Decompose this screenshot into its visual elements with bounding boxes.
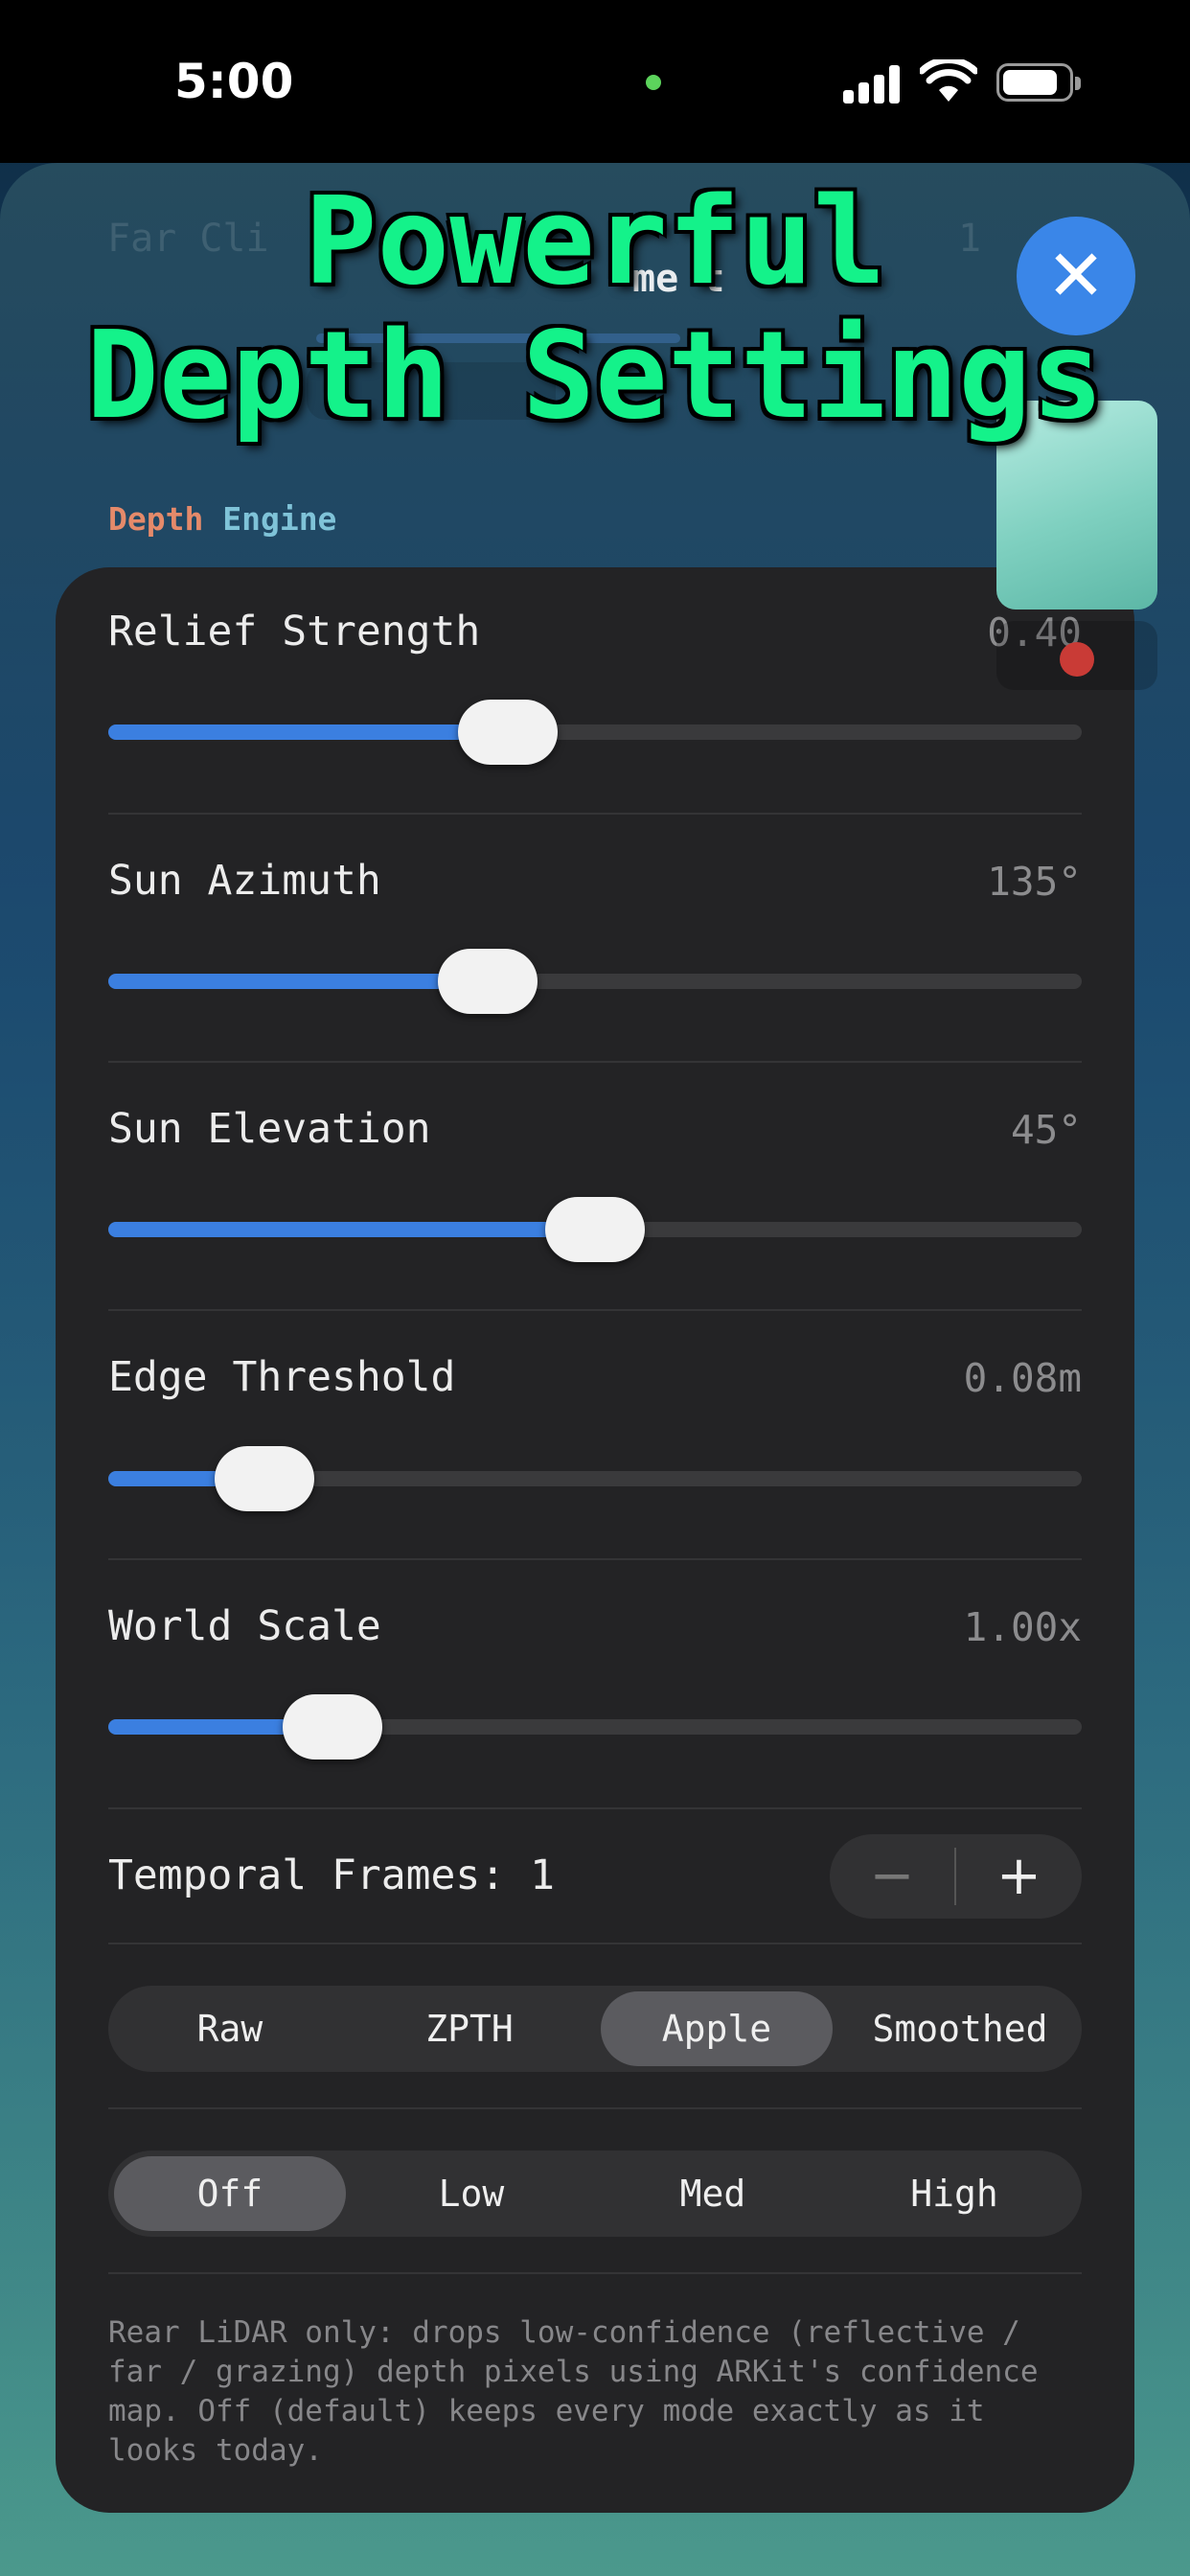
divider — [108, 1943, 1082, 1944]
segment-apple[interactable]: Apple — [601, 1991, 833, 2066]
segment-raw[interactable]: Raw — [114, 1991, 346, 2066]
slider-fill — [108, 724, 508, 740]
slider-fill — [108, 974, 489, 989]
stepper-plus-button[interactable]: + — [956, 1834, 1082, 1919]
segment-smoothed[interactable]: Smoothed — [844, 1991, 1076, 2066]
segment-zpth[interactable]: ZPTH — [354, 1991, 585, 2066]
slider-title-sun-azimuth: Sun Azimuth — [108, 857, 381, 905]
slider-value-edge-threshold: 0.08m — [963, 1355, 1082, 1401]
divider — [108, 813, 1082, 815]
headline-line-2: Depth Settings — [85, 305, 1105, 446]
stepper-minus-button[interactable]: − — [830, 1834, 954, 1919]
confidence-filter-help-text: Rear LiDAR only: drops low-confidence (r… — [108, 2315, 1039, 2468]
slider-thumb[interactable] — [545, 1197, 645, 1262]
headline-line-1: Powerful — [304, 171, 886, 311]
status-time: 5:00 — [174, 54, 294, 109]
temporal-frames-label: Temporal Frames: 1 — [108, 1852, 555, 1899]
section-label-engine: Engine — [222, 500, 337, 538]
slider-fill — [108, 1222, 595, 1237]
slider-edge-threshold[interactable] — [108, 1446, 1082, 1511]
segment-low[interactable]: Low — [355, 2156, 587, 2231]
segment-med[interactable]: Med — [597, 2156, 829, 2231]
slider-sun-azimuth[interactable] — [108, 949, 1082, 1014]
slider-title-sun-elevation: Sun Elevation — [108, 1105, 431, 1153]
divider — [108, 2272, 1082, 2274]
battery-icon — [996, 63, 1081, 102]
promo-headline: Powerful Depth Settings — [0, 174, 1190, 443]
status-bar: 5:00 — [0, 0, 1190, 163]
divider — [108, 2107, 1082, 2109]
section-label-depth: Depth — [108, 500, 204, 538]
privacy-indicator-dot — [646, 75, 661, 90]
slider-thumb[interactable] — [457, 700, 558, 765]
cellular-signal-icon — [843, 63, 904, 104]
temporal-frames-stepper: − + — [830, 1834, 1082, 1919]
slider-world-scale[interactable] — [108, 1694, 1082, 1760]
slider-title-edge-threshold: Edge Threshold — [108, 1353, 456, 1401]
slider-value-sun-azimuth: 135° — [987, 859, 1082, 905]
divider — [108, 1807, 1082, 1809]
segment-off[interactable]: Off — [114, 2156, 346, 2231]
divider — [108, 1309, 1082, 1311]
slider-value-sun-elevation: 45° — [1010, 1107, 1082, 1153]
slider-sun-elevation[interactable] — [108, 1197, 1082, 1262]
section-label: Depth Engine — [108, 500, 336, 538]
depth-source-segmented-control: Raw ZPTH Apple Smoothed — [108, 1986, 1082, 2072]
close-icon: ✕ — [1045, 235, 1106, 317]
divider — [108, 1558, 1082, 1560]
slider-value-world-scale: 1.00x — [963, 1604, 1082, 1650]
slider-relief-strength[interactable] — [108, 700, 1082, 765]
slider-thumb[interactable] — [438, 949, 538, 1014]
record-icon — [1060, 642, 1094, 677]
slider-title-relief-strength: Relief Strength — [108, 608, 481, 656]
confidence-filter-segmented-control: Off Low Med High — [108, 2150, 1082, 2237]
segment-high[interactable]: High — [838, 2156, 1070, 2231]
slider-thumb[interactable] — [214, 1446, 314, 1511]
slider-thumb[interactable] — [282, 1694, 382, 1760]
divider — [108, 1061, 1082, 1063]
close-button[interactable]: ✕ — [1017, 217, 1135, 335]
slider-title-world-scale: World Scale — [108, 1602, 381, 1650]
wifi-icon — [920, 59, 977, 102]
